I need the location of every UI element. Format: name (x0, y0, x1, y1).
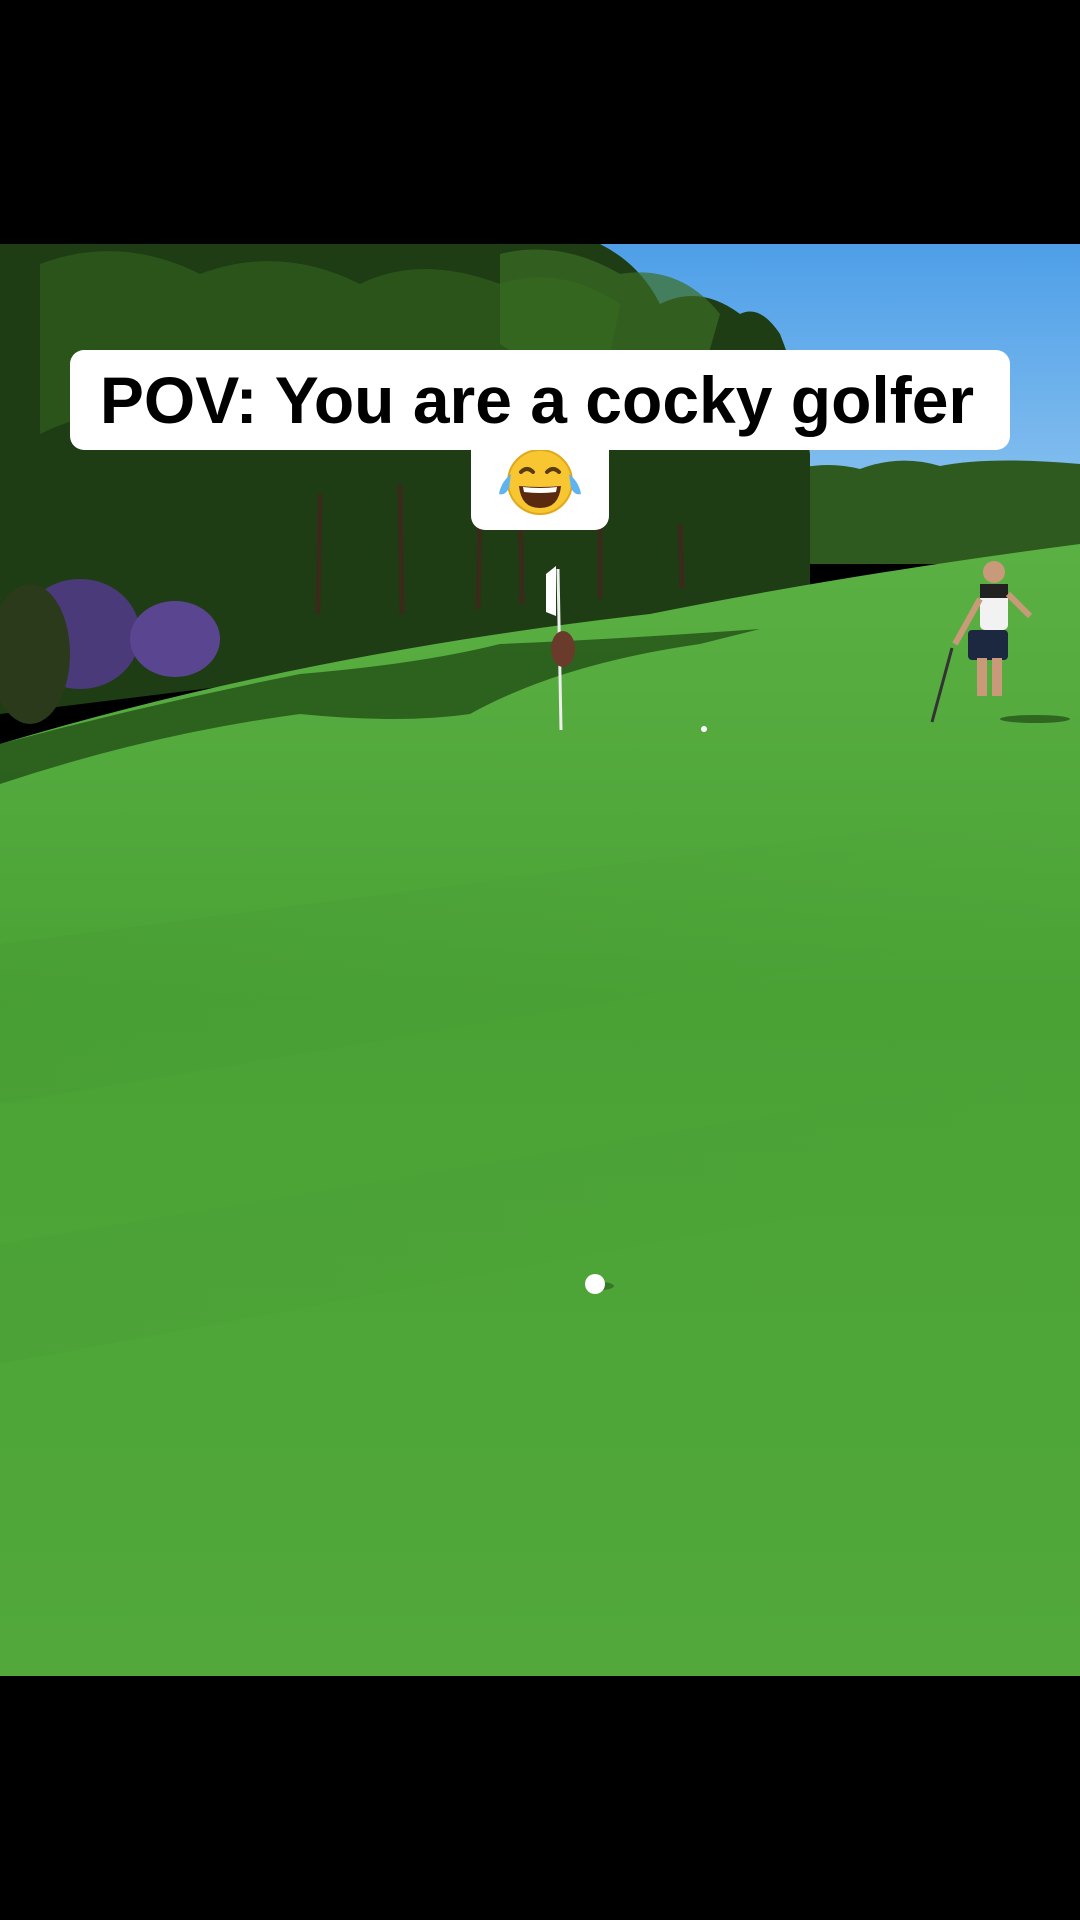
caption-text: POV: You are a cocky golfer (69, 350, 1011, 450)
face-with-tears-of-joy-icon (499, 449, 581, 515)
caption-emoji-box (471, 448, 609, 530)
video-frame: POV: You are a cocky golfer (0, 0, 1080, 1920)
flag (546, 566, 556, 616)
caption-overlay: POV: You are a cocky golfer (0, 350, 1080, 535)
ball-near-hole (701, 726, 707, 732)
golf-ball (585, 1274, 605, 1294)
